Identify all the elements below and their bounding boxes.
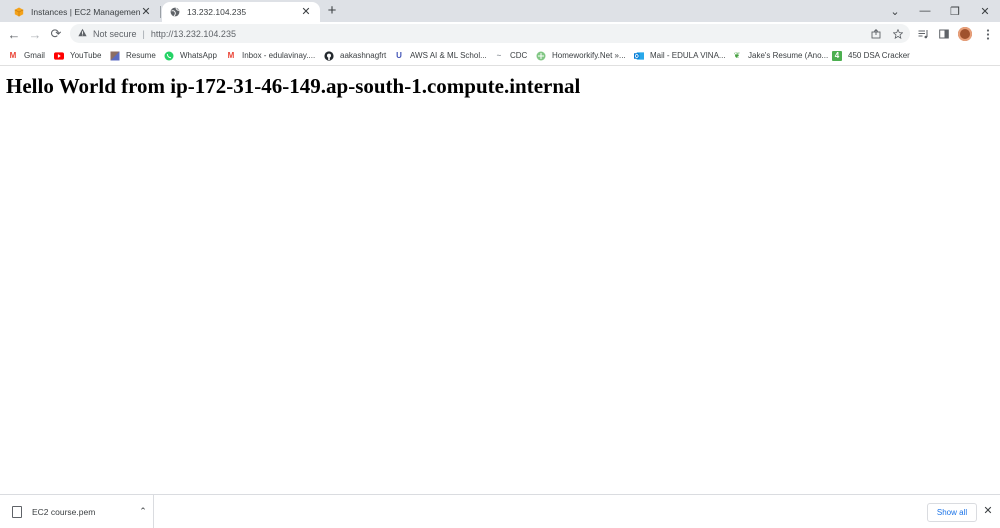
bookmark-whatsapp[interactable]: WhatsApp	[164, 48, 217, 63]
tab-strip: Instances | EC2 Management Con ✕ 13.232.…	[0, 0, 1000, 22]
bookmark-resume[interactable]: Resume	[110, 48, 156, 63]
bookmark-homeworkify[interactable]: Homeworkify.Net »...	[536, 48, 626, 63]
side-panel-icon[interactable]	[935, 25, 953, 43]
show-all-button[interactable]: Show all	[927, 503, 977, 522]
dsa-cracker-icon: 4	[832, 50, 842, 61]
bookmark-label: 450 DSA Cracker	[848, 51, 910, 60]
download-shelf: EC2 course.pem ⌃ Show all ✕	[0, 494, 1000, 528]
overleaf-icon: ❦	[733, 51, 741, 60]
back-button[interactable]: ←	[5, 25, 23, 43]
new-tab-button[interactable]: +	[323, 2, 341, 20]
bookmarks-bar: M Gmail YouTube Resume WhatsApp M Inbox …	[0, 45, 1000, 66]
gmail-icon: M	[9, 51, 17, 60]
bookmark-label: WhatsApp	[180, 51, 217, 60]
tab-current-page[interactable]: 13.232.104.235 ✕	[162, 2, 320, 22]
bookmark-jakes-resume[interactable]: ❦ Jake's Resume (Ano...	[732, 48, 829, 63]
forward-button[interactable]: →	[26, 25, 44, 43]
address-bar[interactable]: Not secure | http://13.232.104.235	[70, 24, 910, 43]
address-separator: |	[142, 28, 145, 39]
bookmark-outlook-mail[interactable]: Mail - EDULA VINA...	[634, 48, 726, 63]
bookmark-label: Inbox - edulavinay....	[242, 51, 316, 60]
bookmark-label: Resume	[126, 51, 156, 60]
tab-search-button[interactable]: ⌄	[880, 0, 910, 22]
youtube-icon	[54, 51, 64, 61]
bookmark-label: aakashnagfrt	[340, 51, 387, 60]
url-text[interactable]: http://13.232.104.235	[151, 29, 236, 39]
download-file-name: EC2 course.pem	[32, 506, 96, 517]
minimize-button[interactable]: —	[910, 0, 940, 22]
udacity-icon: U	[396, 51, 402, 60]
tab-close-button[interactable]: ✕	[140, 6, 152, 18]
tab-title: 13.232.104.235	[187, 7, 247, 17]
bookmark-label: CDC	[510, 51, 528, 60]
bookmark-star-icon[interactable]	[890, 26, 905, 41]
resume-icon	[110, 51, 120, 61]
tab-title: Instances | EC2 Management Con	[31, 7, 140, 17]
bookmark-gmail[interactable]: M Gmail	[8, 48, 45, 63]
github-icon	[324, 50, 334, 61]
whatsapp-icon	[164, 51, 174, 61]
menu-kebab-icon[interactable]	[979, 25, 997, 43]
bookmark-label: Mail - EDULA VINA...	[650, 51, 726, 60]
aws-cube-icon	[14, 7, 24, 17]
close-shelf-button[interactable]: ✕	[981, 504, 995, 518]
download-item[interactable]: EC2 course.pem ⌃	[0, 495, 154, 528]
bookmark-label: YouTube	[70, 51, 102, 60]
bookmark-label: Jake's Resume (Ano...	[748, 51, 829, 60]
share-icon[interactable]	[868, 26, 883, 41]
bookmark-label: Gmail	[24, 51, 45, 60]
outlook-icon	[634, 51, 644, 61]
cdc-icon: ~	[496, 51, 502, 60]
bookmark-cdc[interactable]: ~ CDC	[494, 48, 528, 63]
homeworkify-icon	[536, 51, 546, 61]
bookmark-youtube[interactable]: YouTube	[54, 48, 101, 63]
bookmark-450-dsa[interactable]: 4 450 DSA Cracker	[832, 48, 910, 63]
globe-icon	[170, 7, 180, 17]
restore-button[interactable]: ❐	[940, 0, 970, 22]
browser-toolbar: ← → ⟳ Not secure | http://13.232.104.235	[0, 22, 1000, 45]
file-icon	[12, 505, 22, 518]
reload-button[interactable]: ⟳	[47, 25, 65, 43]
bookmark-aws-ai-ml[interactable]: U AWS AI & ML Schol...	[394, 48, 487, 63]
tab-ec2-instances[interactable]: Instances | EC2 Management Con ✕	[6, 2, 160, 22]
bookmark-inbox[interactable]: M Inbox - edulavinay....	[226, 48, 316, 63]
bookmark-label: Homeworkify.Net »...	[552, 51, 626, 60]
page-content: Hello World from ip-172-31-46-149.ap-sou…	[0, 66, 1000, 494]
page-heading: Hello World from ip-172-31-46-149.ap-sou…	[6, 74, 581, 98]
media-queue-icon[interactable]	[914, 25, 932, 43]
security-status[interactable]: Not secure	[93, 29, 137, 39]
tab-separator	[160, 6, 161, 18]
gmail-icon: M	[227, 51, 235, 60]
profile-avatar[interactable]	[958, 27, 972, 41]
window-close-button[interactable]: ✕	[970, 0, 1000, 22]
bookmark-label: AWS AI & ML Schol...	[410, 51, 487, 60]
bookmark-github[interactable]: aakashnagfrt	[324, 48, 386, 63]
tab-close-button[interactable]: ✕	[300, 6, 312, 18]
warning-icon[interactable]	[78, 28, 87, 39]
chevron-up-icon[interactable]: ⌃	[133, 506, 153, 517]
